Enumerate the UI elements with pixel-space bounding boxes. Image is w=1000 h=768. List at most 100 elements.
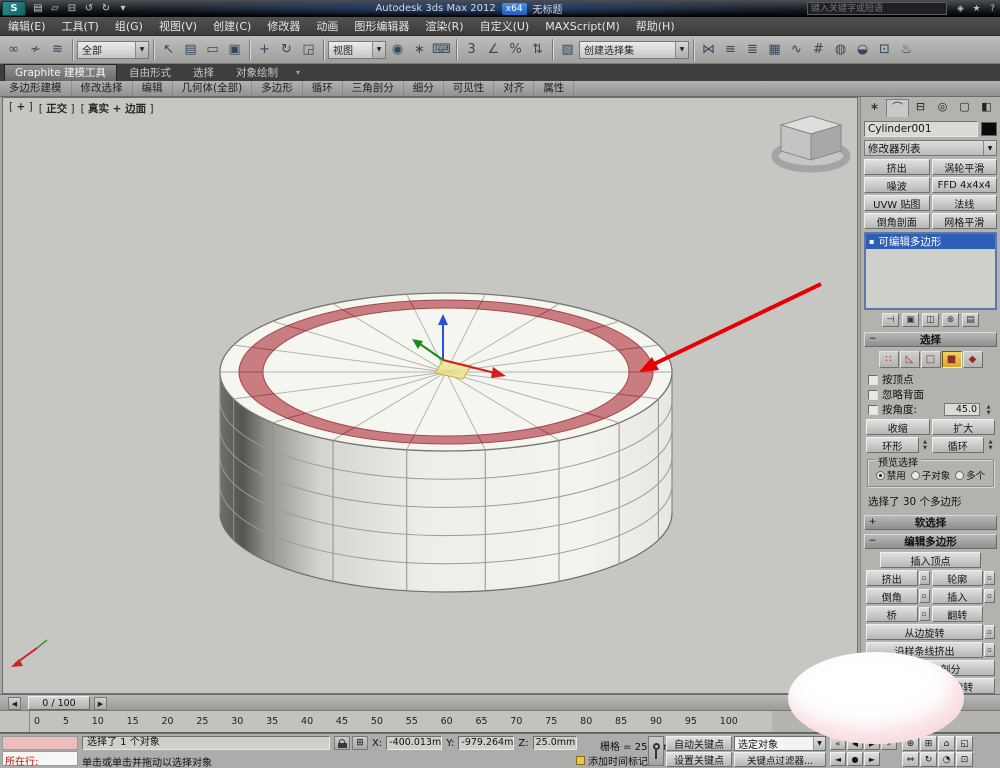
material-editor-icon[interactable]: ◍ (830, 39, 851, 61)
menu-item[interactable]: 动画 (308, 17, 346, 36)
angle-spinner[interactable]: ▲ ▼ (984, 403, 993, 416)
menu-item[interactable]: 修改器 (259, 17, 308, 36)
modifier-list-dropdown[interactable]: 修改器列表 ▼ (864, 140, 997, 156)
settings-button[interactable]: ▫ (984, 625, 995, 639)
object-name-field[interactable]: Cylinder001 (864, 120, 978, 137)
modifier-stack-item[interactable]: ▪ 可编辑多边形 (866, 234, 995, 249)
curve-editor-icon[interactable]: ∿ (786, 39, 807, 61)
rendered-frame-window-icon[interactable]: ⊡ (874, 39, 895, 61)
loop-spinner[interactable]: ▲ ▼ (986, 439, 995, 452)
dropdown-arrow-icon[interactable]: ▼ (372, 41, 385, 58)
settings-button[interactable]: ▫ (918, 571, 930, 585)
previous-frame-arrow[interactable]: ◀ (8, 697, 21, 710)
soft-selection-rollout-header[interactable]: + 软选择 (864, 515, 997, 530)
ribbon-panel-button[interactable]: 三角剖分 (343, 81, 404, 96)
menu-item[interactable]: 渲染(R) (417, 17, 471, 36)
edge-subobject-icon[interactable]: ◺ (899, 351, 920, 368)
field-of-view-icon[interactable]: ◔ (938, 752, 955, 767)
macro-recorder-field[interactable] (2, 736, 78, 750)
ribbon-panel-button[interactable]: 多边形 (252, 81, 303, 96)
search-input[interactable] (807, 2, 947, 15)
next-frame-arrow[interactable]: ▶ (94, 697, 107, 710)
menu-item[interactable]: 编辑(E) (0, 17, 54, 36)
modify-tab-icon[interactable]: ⌒ (886, 99, 909, 117)
vertex-subobject-icon[interactable]: ∷ (878, 351, 899, 368)
expand-icon[interactable]: + (868, 517, 877, 527)
loop-button[interactable]: 循环 (931, 437, 984, 453)
select-object-icon[interactable]: ↖ (158, 39, 179, 61)
ribbon-tab[interactable]: 选择 (183, 65, 224, 81)
ribbon-panel-button[interactable]: 细分 (404, 81, 444, 96)
menu-item[interactable]: 帮助(H) (628, 17, 683, 36)
collapse-icon[interactable]: − (868, 334, 877, 344)
viewcube[interactable] (771, 115, 851, 173)
undo-icon[interactable]: ↺ (81, 1, 97, 16)
select-and-link-icon[interactable]: ∞ (3, 39, 24, 61)
render-setup-icon[interactable]: ◒ (852, 39, 873, 61)
utilities-tab-icon[interactable]: ◧ (976, 99, 997, 117)
menu-item[interactable]: 创建(C) (205, 17, 259, 36)
z-coordinate-field[interactable]: 25.0mm (532, 736, 577, 750)
edit-polygons-rollout-header[interactable]: − 编辑多边形 (864, 534, 997, 549)
ribbon-panel-button[interactable]: 属性 (534, 81, 575, 96)
dropdown-arrow-icon[interactable]: ▼ (813, 737, 825, 750)
window-crossing-icon[interactable]: ▣ (224, 39, 245, 61)
menu-item[interactable]: 自定义(U) (472, 17, 538, 36)
current-frame-icon[interactable]: ● (847, 752, 863, 766)
auto-key-button[interactable]: 自动关键点 (666, 736, 732, 751)
preview-radio[interactable]: 子对象 (910, 468, 950, 482)
zoom-all-icon[interactable]: ⊞ (920, 736, 937, 751)
dropdown-arrow-icon[interactable]: ▼ (135, 41, 148, 58)
maxscript-mini-listener[interactable]: 所在行: (2, 751, 78, 768)
bind-to-space-warp-icon[interactable]: ≋ (47, 39, 68, 61)
help-icon[interactable]: ? (985, 4, 1000, 14)
hierarchy-tab-icon[interactable]: ⊟ (910, 99, 931, 117)
rectangular-selection-region-icon[interactable]: ▭ (202, 39, 223, 61)
redo-icon[interactable]: ↻ (98, 1, 114, 16)
keyboard-shortcut-override-icon[interactable]: ⌨ (431, 39, 452, 61)
element-subobject-icon[interactable]: ◆ (962, 351, 983, 368)
orbit-icon[interactable]: ↻ (920, 752, 937, 767)
angle-snap-icon[interactable]: ∠ (483, 39, 504, 61)
communication-center-icon[interactable]: ◈ (953, 4, 968, 14)
modifier-button[interactable]: 涡轮平滑 (931, 159, 997, 175)
graphite-ribbon-toggle-icon[interactable]: ▦ (764, 39, 785, 61)
select-and-scale-icon[interactable]: ◲ (298, 39, 319, 61)
ignore-backfacing-checkbox[interactable] (868, 389, 878, 400)
menu-item[interactable]: 图形编辑器 (346, 17, 417, 36)
edit-poly-button[interactable]: 桥 (866, 606, 918, 622)
modifier-button[interactable]: 噪波 (864, 177, 930, 193)
maximize-viewport-icon[interactable]: ⊡ (956, 752, 973, 767)
ribbon-panel-button[interactable]: 循环 (303, 81, 343, 96)
percent-snap-icon[interactable]: % (505, 39, 526, 61)
named-selection-dropdown[interactable]: 创建选择集 ▼ (579, 40, 689, 59)
time-slider-handle[interactable]: 0 / 100 (28, 696, 90, 710)
add-time-tag[interactable]: 添加时间标记 (576, 753, 648, 768)
align-icon[interactable]: ≡ (720, 39, 741, 61)
menu-item[interactable]: 视图(V) (151, 17, 205, 36)
y-coordinate-field[interactable]: -979.264m (458, 736, 515, 750)
select-and-move-icon[interactable]: + (254, 39, 275, 61)
pin-stack-icon[interactable]: ⊣ (882, 313, 899, 327)
viewport-shading-menu[interactable]: 真实 + 边面 (81, 101, 154, 116)
schematic-view-icon[interactable]: # (808, 39, 829, 61)
ring-spinner[interactable]: ▲ ▼ (921, 439, 930, 452)
angle-value-field[interactable]: 45.0 (944, 403, 980, 416)
render-production-icon[interactable]: ♨ (896, 39, 917, 61)
ribbon-panel-button[interactable]: 多边形建模 (0, 81, 72, 96)
menu-item[interactable]: 组(G) (107, 17, 151, 36)
ribbon-tab[interactable]: 对象绘制 (226, 65, 288, 81)
favorites-icon[interactable]: ★ (969, 4, 984, 14)
make-unique-icon[interactable]: ◫ (922, 313, 939, 327)
cylinder-object[interactable] (219, 292, 673, 593)
ribbon-panel-button[interactable]: 修改选择 (72, 81, 133, 96)
modifier-button[interactable]: FFD 4x4x4 (931, 177, 997, 193)
modifier-button[interactable]: 网格平滑 (931, 213, 997, 229)
ribbon-panel-button[interactable]: 对齐 (494, 81, 535, 96)
save-file-icon[interactable]: ⊟ (64, 1, 80, 16)
configure-modifier-sets-icon[interactable]: ▤ (962, 313, 979, 327)
new-file-icon[interactable]: ▤ (30, 1, 46, 16)
zoom-extents-all-icon[interactable]: ◱ (956, 736, 973, 751)
by-angle-checkbox[interactable] (868, 404, 878, 415)
insert-vertex-button[interactable]: 插入顶点 (880, 552, 981, 568)
